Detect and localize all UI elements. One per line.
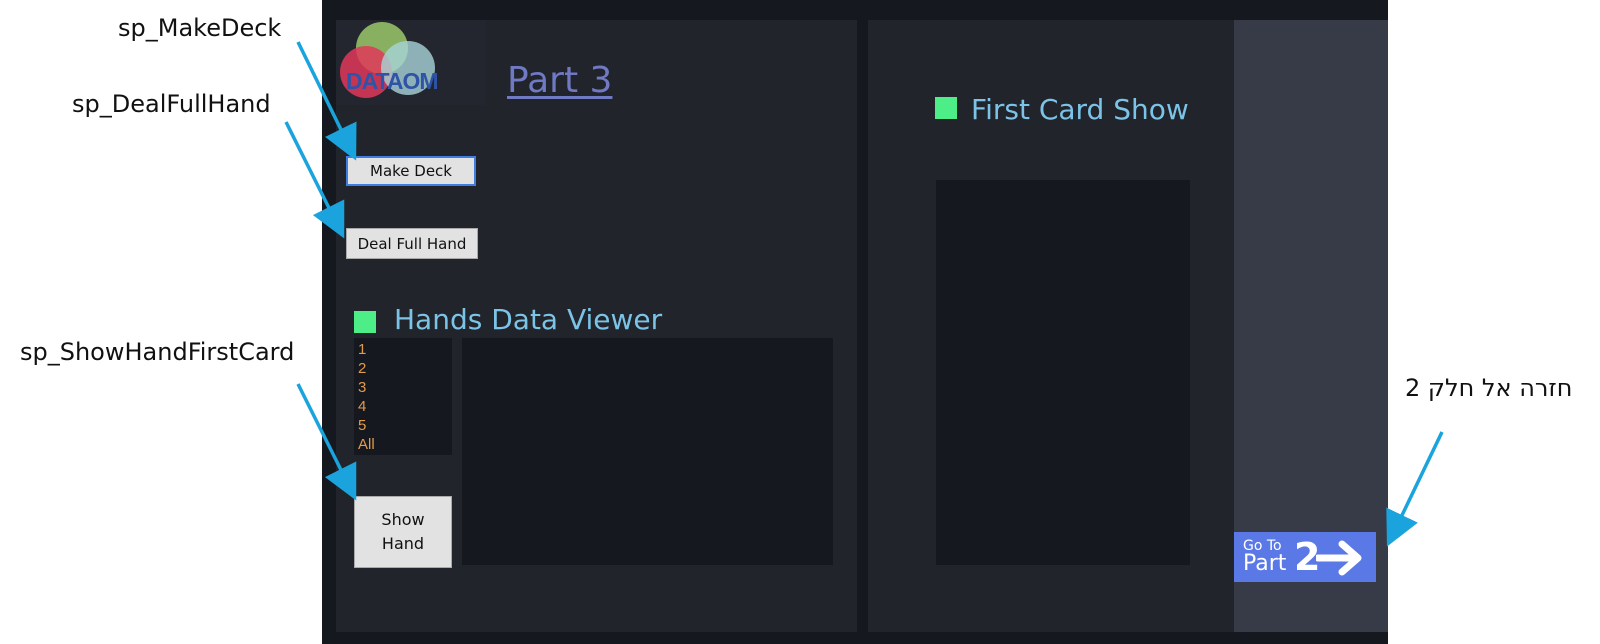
hands-listbox[interactable]: 1 2 3 4 5 All (354, 338, 452, 455)
first-card-image-area (936, 180, 1190, 565)
hands-viewer-marker (354, 311, 376, 333)
list-item[interactable]: 1 (358, 340, 448, 359)
annotation-back-to-part2: חזרה אל חלק 2 (1405, 374, 1573, 402)
show-hand-label-line2: Hand (381, 534, 425, 553)
annotation-show-hand-first-card: sp_ShowHandFirstCard (20, 338, 295, 366)
goto-big-label: Part (1243, 551, 1287, 576)
hand-data-grid[interactable] (462, 338, 833, 565)
list-item[interactable]: 5 (358, 416, 448, 435)
list-item[interactable]: 3 (358, 378, 448, 397)
make-deck-button[interactable]: Make Deck (346, 156, 476, 186)
hands-viewer-title: Hands Data Viewer (394, 303, 663, 336)
arrow-back-to-part2 (1386, 431, 1444, 547)
list-item[interactable]: All (358, 435, 448, 454)
annotation-deal-full-hand: sp_DealFullHand (72, 90, 271, 118)
logo-text: DATAOM (346, 68, 439, 94)
arrow-right-icon (1316, 540, 1362, 576)
list-item[interactable]: 4 (358, 397, 448, 416)
annotation-make-deck: sp_MakeDeck (118, 14, 282, 42)
show-hand-label-line1: Show (381, 510, 425, 529)
page-title-link[interactable]: Part 3 (507, 60, 612, 101)
first-card-marker (935, 97, 957, 119)
app-window: DATAOM Part 3 Make Deck Deal Full Hand H… (322, 0, 1388, 644)
show-hand-button[interactable]: Show Hand (354, 496, 452, 568)
first-card-title: First Card Show (971, 93, 1189, 126)
deal-full-hand-button[interactable]: Deal Full Hand (346, 228, 478, 259)
go-to-part2-button[interactable]: Go To Part 2 (1234, 532, 1376, 582)
dataom-logo: DATAOM (336, 20, 486, 105)
list-item[interactable]: 2 (358, 359, 448, 378)
